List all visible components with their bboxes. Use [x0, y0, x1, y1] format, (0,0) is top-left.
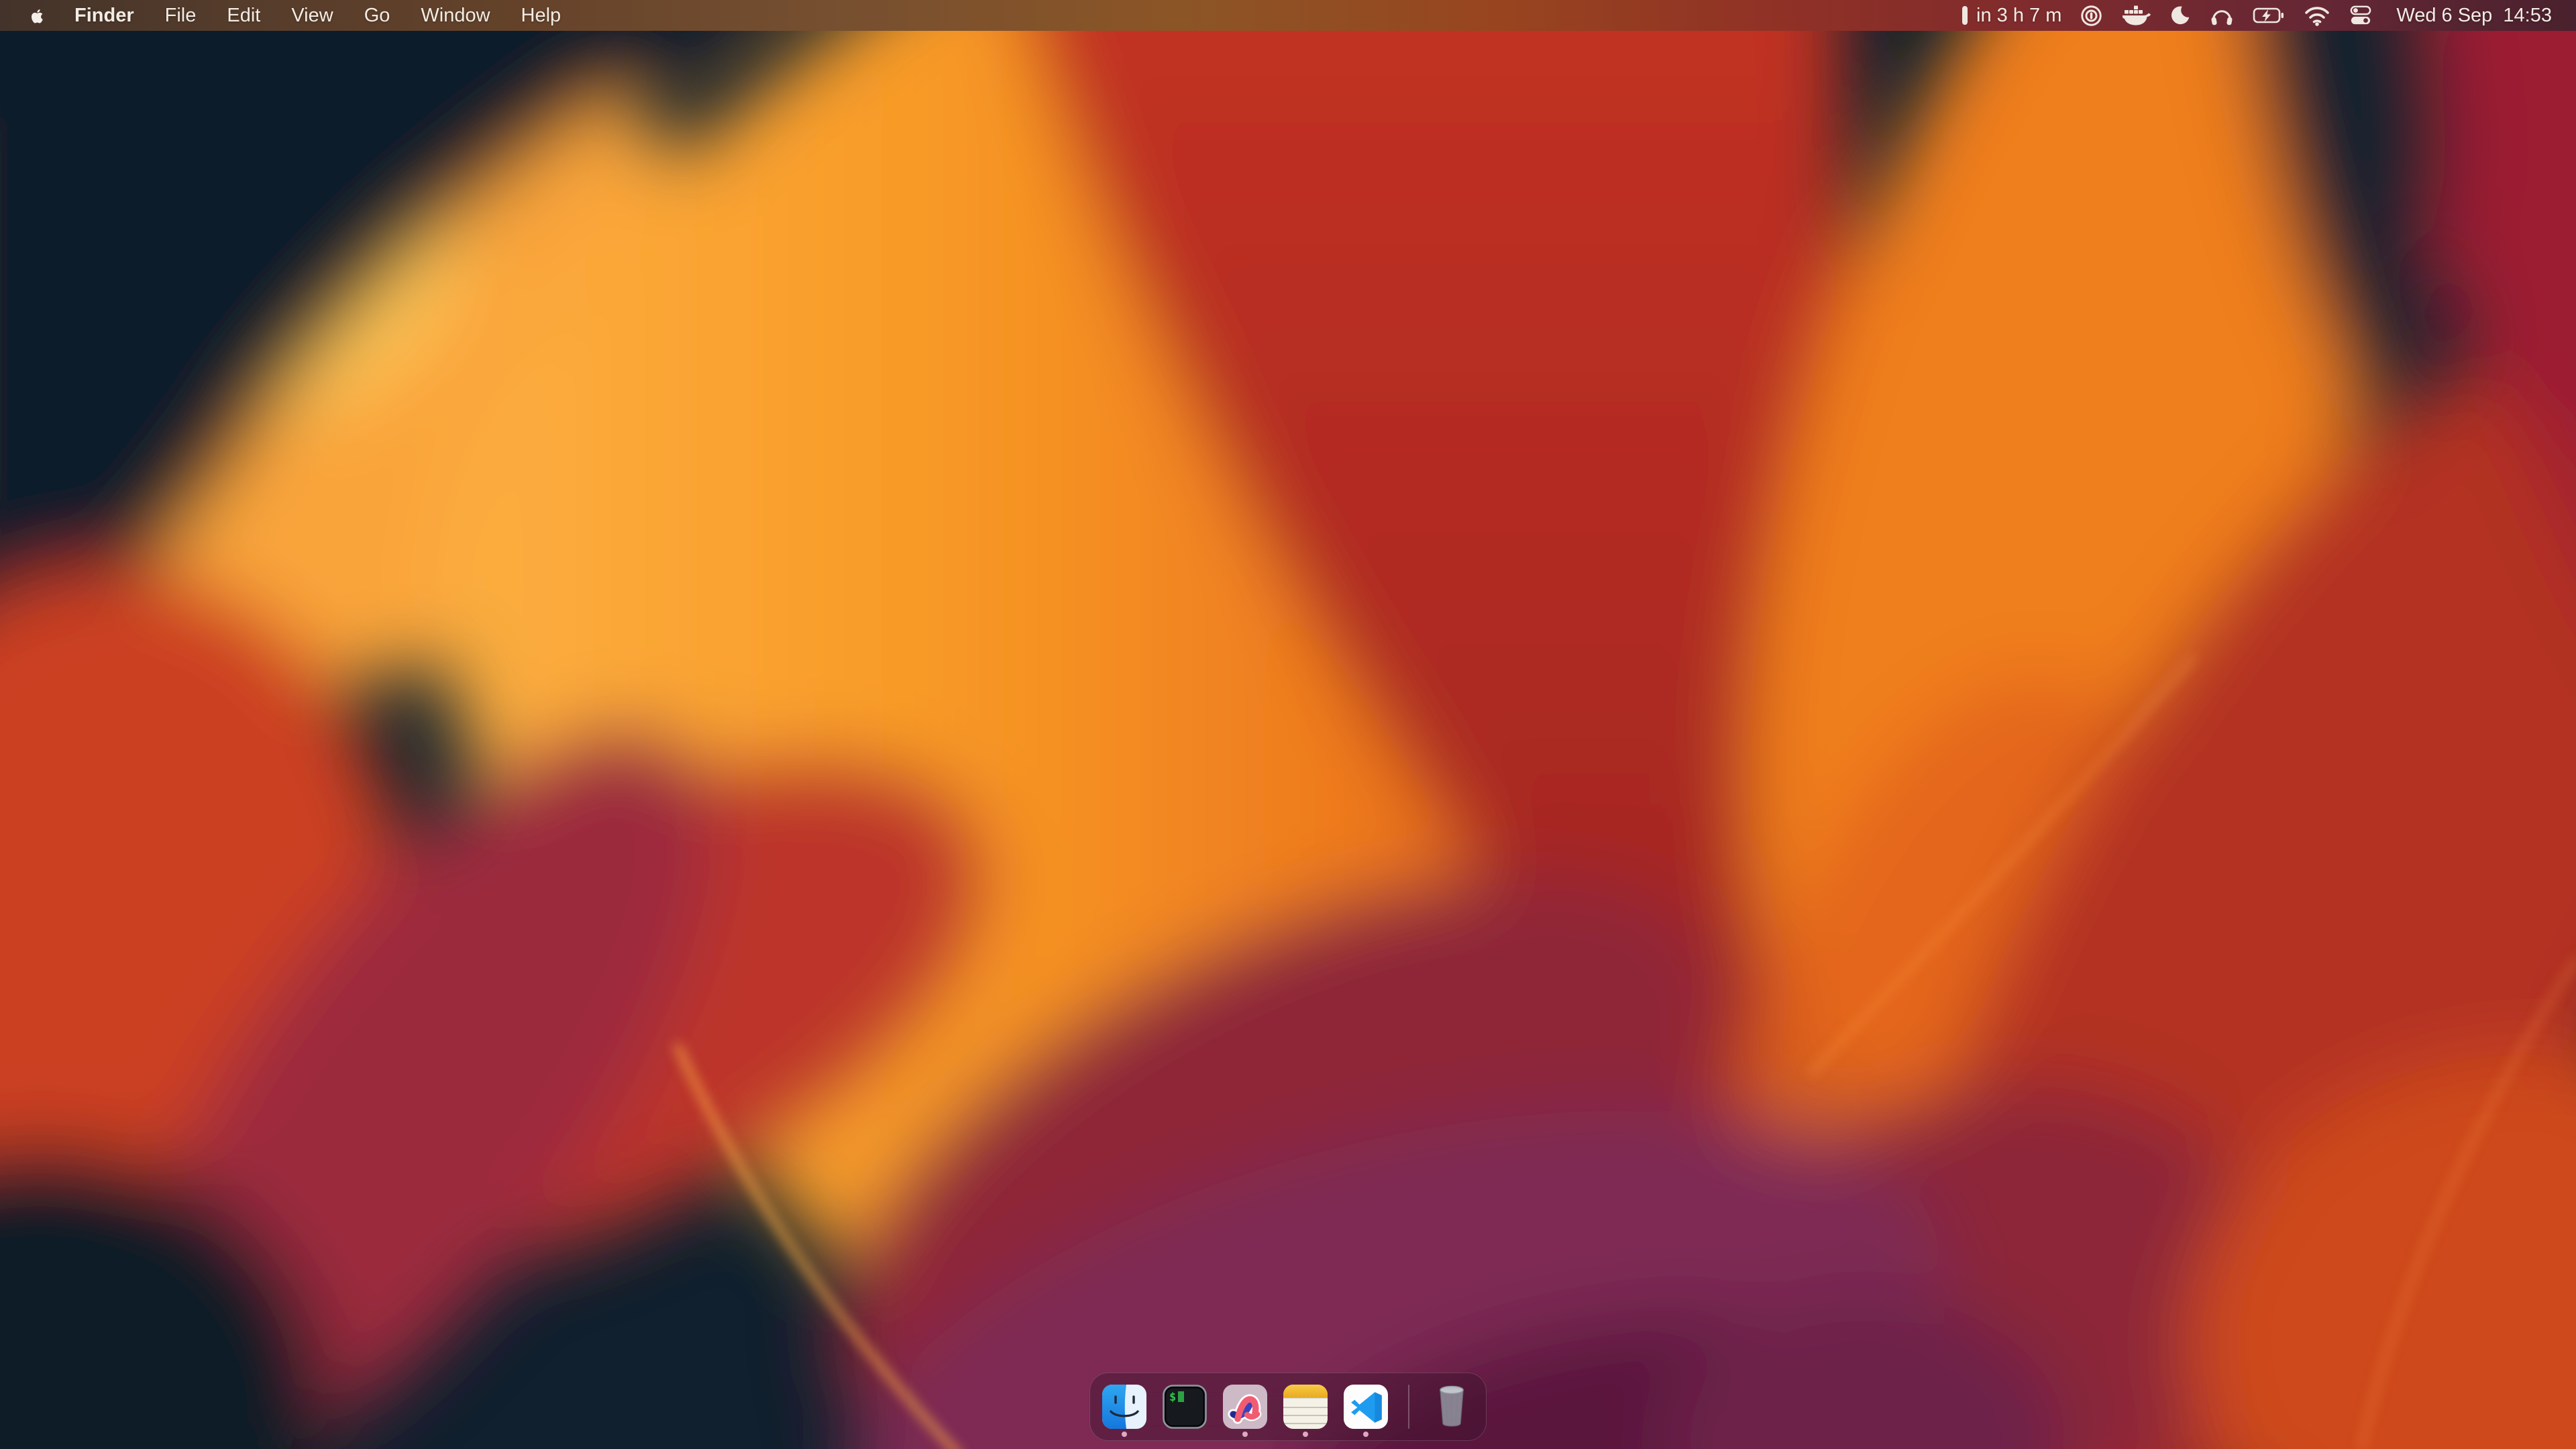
- control-center-icon: [2349, 5, 2372, 26]
- dock-item-arc[interactable]: [1223, 1375, 1267, 1439]
- menu-item-help[interactable]: Help: [521, 0, 561, 31]
- menu-item-go[interactable]: Go: [364, 0, 390, 31]
- next-event-label: in 3 h 7 m: [1976, 5, 2061, 27]
- control-center-menu[interactable]: [2349, 5, 2372, 26]
- running-indicator: [1303, 1432, 1308, 1437]
- apple-icon: [25, 5, 44, 27]
- onepassword-icon: [2080, 5, 2102, 27]
- menu-item-finder[interactable]: Finder: [74, 0, 134, 31]
- dock-item-terminal[interactable]: $: [1163, 1375, 1207, 1439]
- running-indicator: [1242, 1432, 1248, 1437]
- trash-icon: [1432, 1383, 1471, 1430]
- arc-browser-icon: [1223, 1385, 1267, 1429]
- desktop-wallpaper: [0, 0, 2576, 1449]
- desktop: Finder File Edit View Go Window Help in …: [0, 0, 2576, 1449]
- docker-icon: [2121, 4, 2151, 27]
- menu-item-window[interactable]: Window: [421, 0, 490, 31]
- menu-item-edit[interactable]: Edit: [227, 0, 260, 31]
- finder-icon: [1102, 1385, 1146, 1429]
- wifi-icon: [2304, 5, 2330, 26]
- terminal-icon: $: [1163, 1385, 1207, 1429]
- notes-icon: [1283, 1385, 1328, 1429]
- running-indicator: [1122, 1432, 1127, 1437]
- menu-bar-status: in 3 h 7 m: [1962, 0, 2576, 31]
- next-event-status[interactable]: in 3 h 7 m: [1962, 5, 2061, 27]
- focus-menu[interactable]: [2169, 5, 2191, 26]
- dock-item-trash[interactable]: [1430, 1375, 1474, 1439]
- docker-menu[interactable]: [2121, 4, 2151, 27]
- dock-item-finder[interactable]: [1102, 1375, 1146, 1439]
- menu-bar-clock[interactable]: Wed 6 Sep 14:53: [2396, 5, 2552, 27]
- menu-bar-left: Finder File Edit View Go Window Help: [0, 0, 561, 31]
- onepassword-menu[interactable]: [2080, 5, 2102, 27]
- svg-text:$: $: [1169, 1391, 1176, 1404]
- menu-item-file[interactable]: File: [165, 0, 197, 31]
- dock-item-vscode[interactable]: [1344, 1375, 1388, 1439]
- battery-charging-icon: [2253, 5, 2285, 26]
- battery-menu[interactable]: [2253, 5, 2285, 26]
- vscode-icon: [1344, 1385, 1388, 1429]
- menu-item-view[interactable]: View: [291, 0, 333, 31]
- event-indicator-icon: [1962, 5, 1968, 25]
- dock-item-notes[interactable]: [1283, 1375, 1328, 1439]
- apple-menu[interactable]: [25, 5, 44, 27]
- moon-icon: [2169, 5, 2191, 26]
- running-indicator: [1363, 1432, 1368, 1437]
- dock: $: [1089, 1373, 1487, 1441]
- dock-separator: [1408, 1385, 1409, 1429]
- wifi-menu[interactable]: [2304, 5, 2330, 26]
- headphones-icon: [2210, 4, 2234, 27]
- audio-device-menu[interactable]: [2210, 4, 2234, 27]
- menu-bar: Finder File Edit View Go Window Help in …: [0, 0, 2576, 31]
